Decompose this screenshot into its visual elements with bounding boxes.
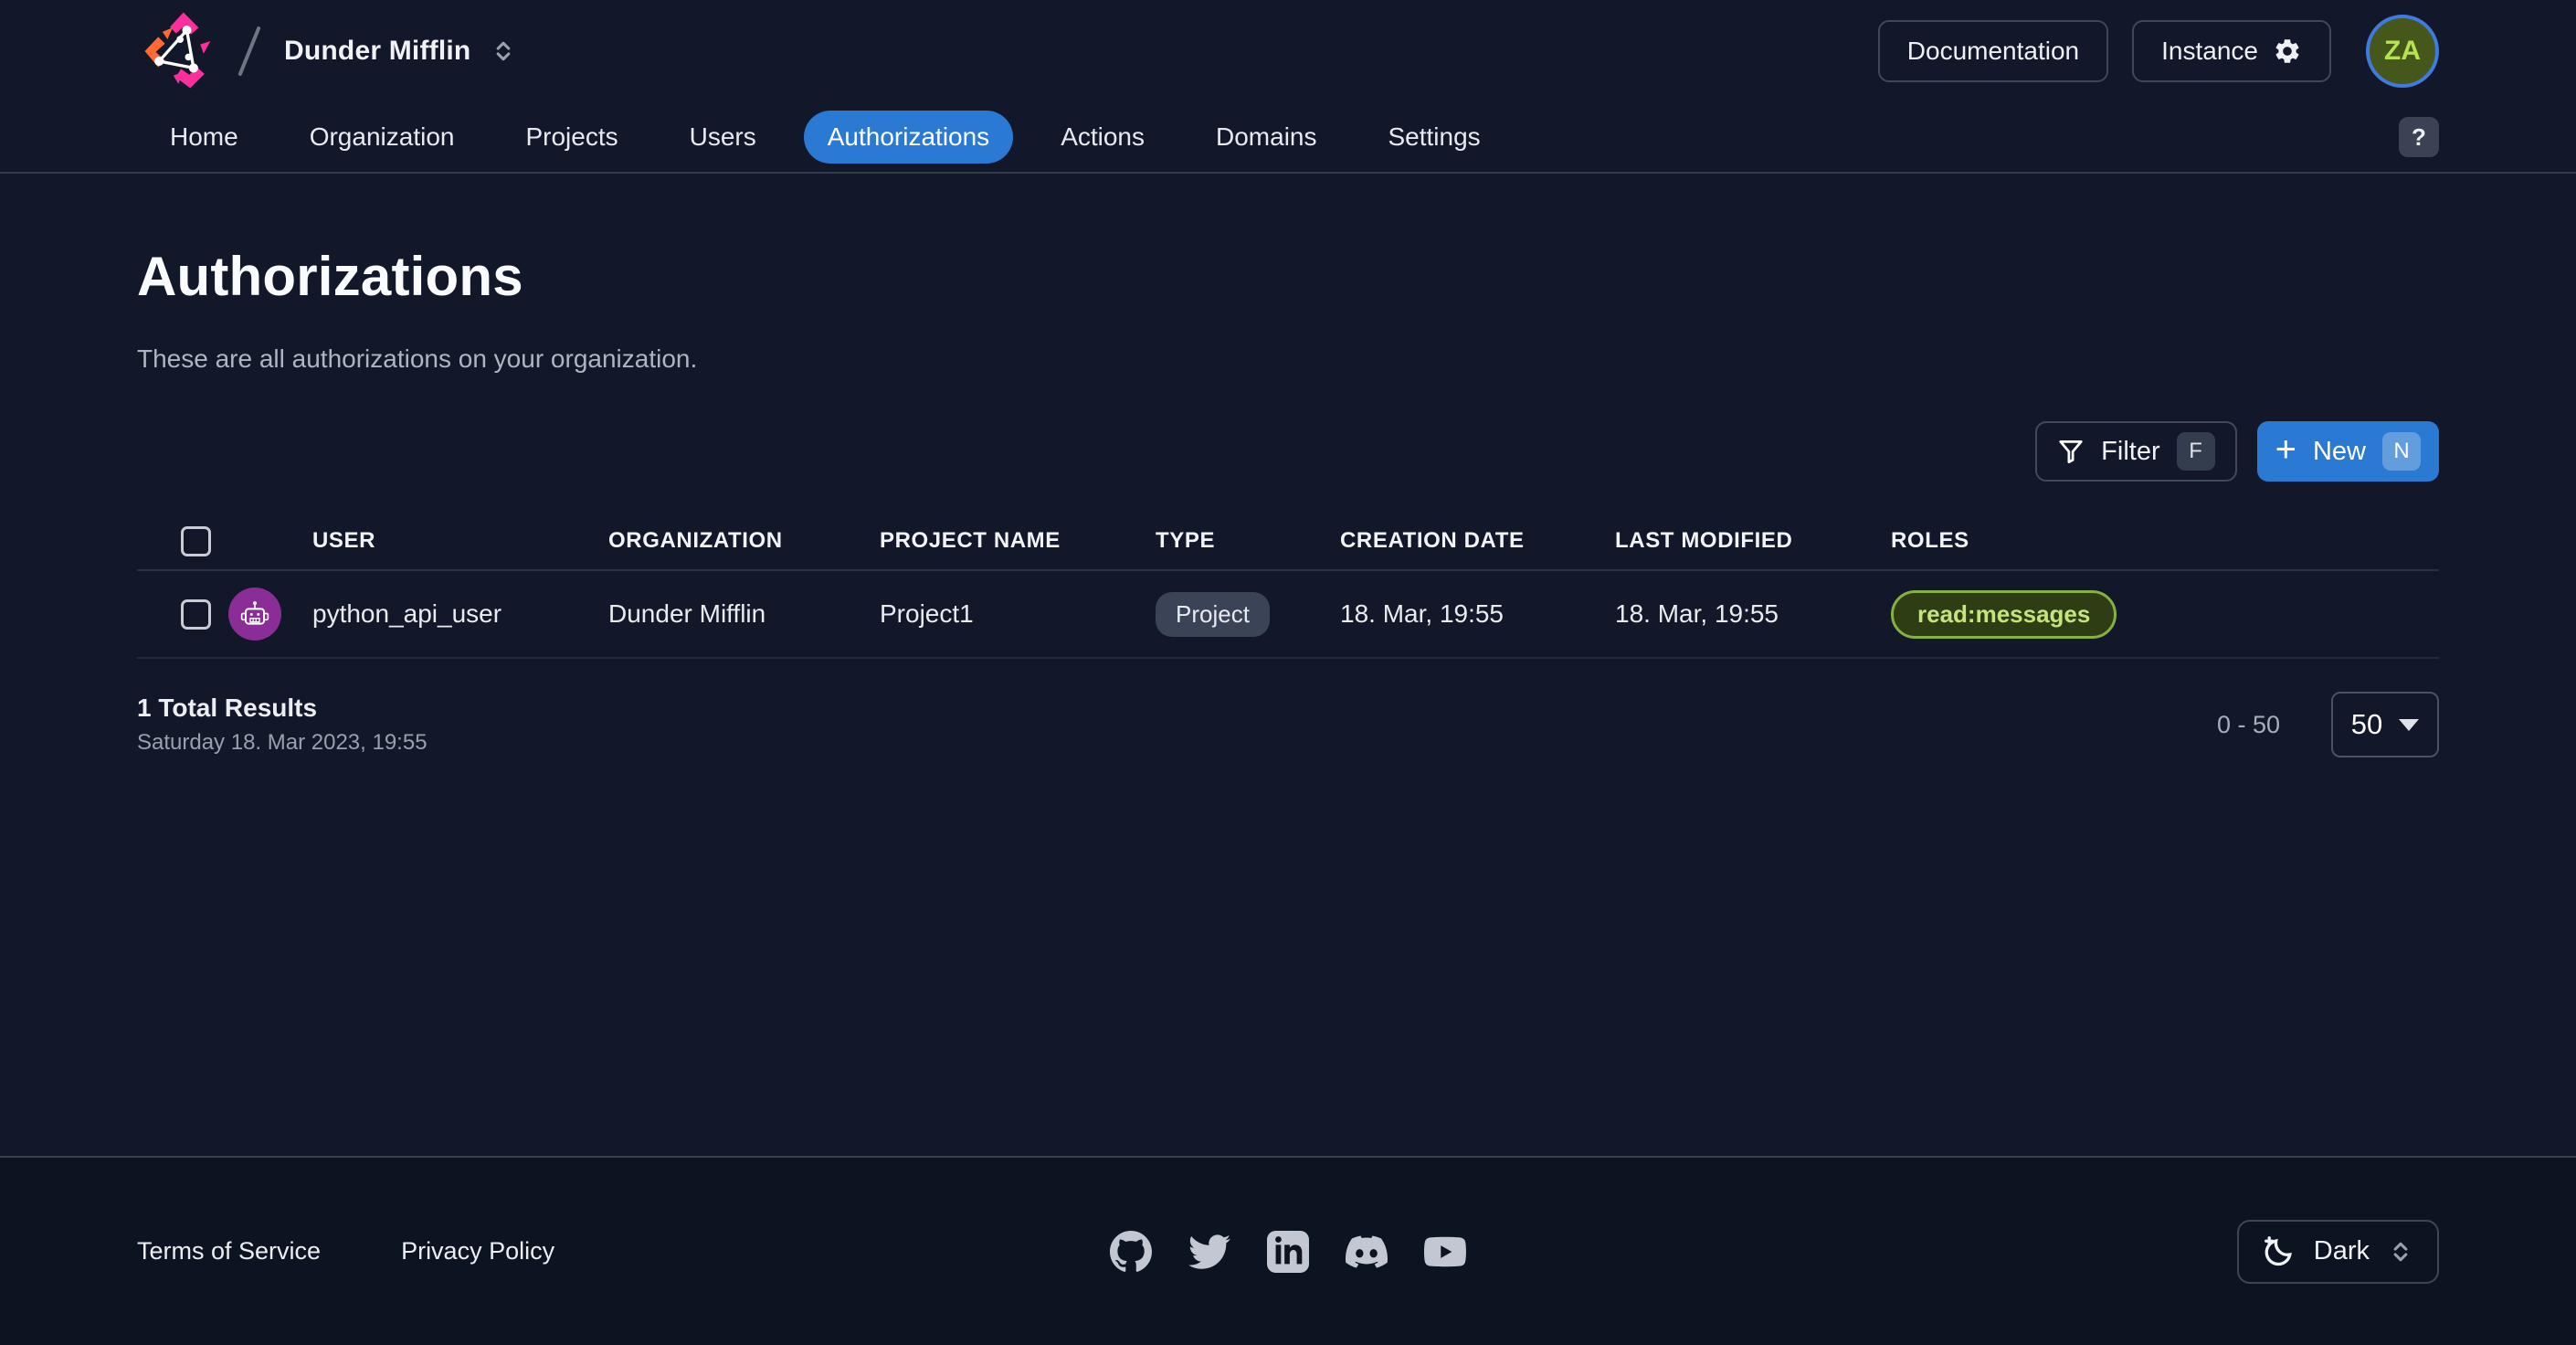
topbar: Dunder Mifflin Documentation Instance ZA xyxy=(0,0,2576,102)
plus-icon: + xyxy=(2275,429,2296,470)
filter-icon xyxy=(2059,440,2083,463)
col-header-user[interactable]: USER xyxy=(312,528,608,554)
service-user-avatar xyxy=(228,588,281,641)
page-subtitle: These are all authorizations on your org… xyxy=(137,344,698,373)
dropdown-arrow-icon xyxy=(2399,718,2420,731)
instance-label: Instance xyxy=(2161,37,2258,65)
breadcrumb-slash xyxy=(238,26,261,77)
user-avatar[interactable]: ZA xyxy=(2366,15,2439,88)
page-size-value: 50 xyxy=(2350,708,2383,740)
table-row[interactable]: python_api_user Dunder Mifflin Project1 … xyxy=(137,571,2439,659)
theme-selector[interactable]: Dark xyxy=(2236,1219,2439,1284)
table-summary: 1 Total Results Saturday 18. Mar 2023, 1… xyxy=(137,692,2439,757)
terms-of-service-link[interactable]: Terms of Service xyxy=(137,1237,321,1266)
page-title: Authorizations xyxy=(137,246,523,307)
new-button[interactable]: + New N xyxy=(2256,421,2439,482)
linkedin-icon[interactable] xyxy=(1267,1230,1309,1273)
col-header-type[interactable]: TYPE xyxy=(1156,528,1340,554)
privacy-policy-link[interactable]: Privacy Policy xyxy=(401,1237,554,1266)
tab-authorizations[interactable]: Authorizations xyxy=(803,111,1014,164)
col-header-creation-date[interactable]: CREATION DATE xyxy=(1340,528,1615,554)
gear-icon xyxy=(2275,39,2299,63)
unfold-more-icon xyxy=(497,41,511,61)
org-name: Dunder Mifflin xyxy=(284,36,471,66)
cell-last-modified: 18. Mar, 19:55 xyxy=(1615,599,1779,628)
avatar-initials: ZA xyxy=(2384,36,2421,66)
pagination: 0 - 50 50 xyxy=(2217,692,2439,757)
col-header-organization[interactable]: ORGANIZATION xyxy=(608,528,880,554)
twitter-icon[interactable] xyxy=(1188,1231,1230,1273)
footer: Terms of Service Privacy Policy Dark xyxy=(0,1156,2576,1345)
theme-label: Dark xyxy=(2313,1236,2370,1266)
total-results: 1 Total Results xyxy=(137,694,318,722)
row-checkbox[interactable] xyxy=(181,598,211,630)
instance-button[interactable]: Instance xyxy=(2132,20,2331,82)
documentation-label: Documentation xyxy=(1906,37,2080,65)
cell-creation-date: 18. Mar, 19:55 xyxy=(1340,599,1504,628)
discord-icon[interactable] xyxy=(1346,1231,1388,1273)
cell-organization: Dunder Mifflin xyxy=(608,599,766,628)
main-nav: Home Organization Projects Users Authori… xyxy=(0,102,2576,174)
type-badge: Project xyxy=(1156,591,1270,637)
tab-actions[interactable]: Actions xyxy=(1037,111,1168,164)
authorizations-table: USER ORGANIZATION PROJECT NAME TYPE CREA… xyxy=(137,513,2439,659)
social-links xyxy=(1110,1230,1466,1273)
help-button[interactable]: ? xyxy=(2399,117,2439,157)
youtube-icon[interactable] xyxy=(1424,1231,1466,1273)
row-checkbox-cell xyxy=(137,598,228,630)
main-content: Authorizations These are all authorizati… xyxy=(0,245,2576,757)
org-switcher[interactable]: Dunder Mifflin xyxy=(284,36,516,67)
cell-roles: read:messages xyxy=(1891,589,2439,639)
footer-links: Terms of Service Privacy Policy xyxy=(137,1237,554,1266)
tab-settings[interactable]: Settings xyxy=(1365,111,1504,164)
tab-domains[interactable]: Domains xyxy=(1192,111,1340,164)
select-all-checkbox[interactable] xyxy=(181,525,211,556)
col-header-roles[interactable]: ROLES xyxy=(1891,528,2439,554)
tab-home[interactable]: Home xyxy=(146,111,262,164)
robot-icon xyxy=(240,601,269,625)
nav-tabs: Home Organization Projects Users Authori… xyxy=(146,111,1504,164)
page-size-select[interactable]: 50 xyxy=(2331,692,2439,757)
new-label: New xyxy=(2312,436,2366,466)
filter-shortcut-badge: F xyxy=(2176,432,2215,471)
cell-project-name: Project1 xyxy=(880,599,974,628)
cell-type: Project xyxy=(1156,591,1340,637)
results-timestamp: Saturday 18. Mar 2023, 19:55 xyxy=(137,730,428,755)
table-toolbar: Filter F + New N xyxy=(137,421,2439,482)
topbar-actions: Documentation Instance ZA xyxy=(1877,15,2439,88)
results-block: 1 Total Results Saturday 18. Mar 2023, 1… xyxy=(137,694,428,756)
tab-users[interactable]: Users xyxy=(666,111,780,164)
cell-user: python_api_user xyxy=(312,599,502,628)
role-badge: read:messages xyxy=(1891,589,2117,639)
filter-label: Filter xyxy=(2101,436,2160,466)
filter-button[interactable]: Filter F xyxy=(2035,421,2237,482)
zitadel-logo-icon[interactable] xyxy=(140,9,224,93)
row-avatar-cell xyxy=(228,588,312,641)
col-header-last-modified[interactable]: LAST MODIFIED xyxy=(1615,528,1891,554)
dark-mode-icon xyxy=(2264,1235,2292,1266)
table-header-row: USER ORGANIZATION PROJECT NAME TYPE CREA… xyxy=(137,513,2439,571)
documentation-button[interactable]: Documentation xyxy=(1877,20,2109,82)
col-header-project-name[interactable]: PROJECT NAME xyxy=(880,528,1156,554)
tab-projects[interactable]: Projects xyxy=(501,111,641,164)
page-range: 0 - 50 xyxy=(2216,710,2280,738)
github-icon[interactable] xyxy=(1110,1230,1152,1273)
new-shortcut-badge: N xyxy=(2382,432,2421,471)
header-checkbox-cell xyxy=(137,525,228,556)
tab-organization[interactable]: Organization xyxy=(286,111,479,164)
brand-area xyxy=(140,9,261,93)
theme-unfold-icon xyxy=(2393,1242,2408,1261)
